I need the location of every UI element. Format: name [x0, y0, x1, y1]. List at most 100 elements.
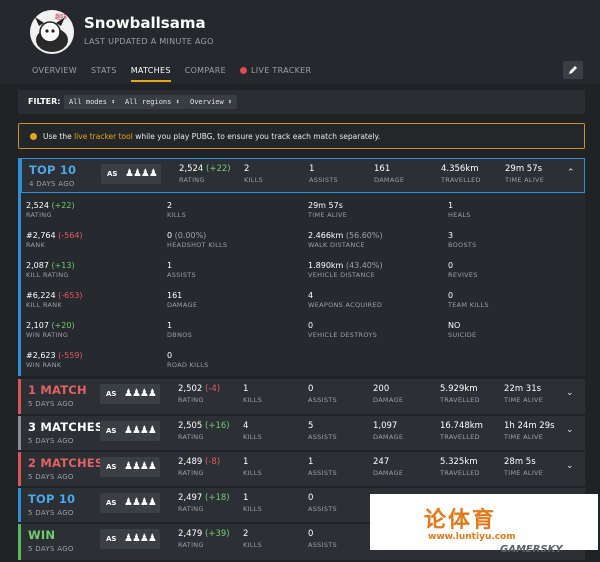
player-name: Snowballsama	[84, 14, 206, 32]
stat-value: 0	[308, 384, 314, 394]
detail-delta: (+22)	[48, 201, 75, 210]
detail-stat: #6,224 (-653) KILL RANK	[26, 291, 83, 309]
watermark-logo: 论体育	[424, 508, 497, 533]
edit-button[interactable]	[563, 61, 583, 79]
match-accent-bar	[19, 159, 22, 192]
stat-time: 29m 57s TIME ALIVE	[505, 164, 544, 184]
view-select[interactable]: Overview ⬍	[185, 95, 238, 109]
match-accent-bar	[18, 488, 21, 522]
stat-value: 1	[309, 164, 315, 174]
stat-label: ASSISTS	[308, 396, 337, 404]
chevron-down-icon[interactable]: ⌄	[566, 425, 574, 435]
detail-label: ASSISTS	[167, 271, 196, 279]
avatar[interactable]	[30, 10, 74, 54]
match-time-ago: 4 DAYS AGO	[29, 180, 75, 188]
stat-travelled: 4.356km TRAVELLED	[441, 164, 481, 184]
detail-stat: #2,623 (-559) WIN RANK	[26, 351, 83, 369]
live-tracker-link[interactable]: live tracker tool	[74, 132, 133, 141]
detail-delta: (-564)	[55, 231, 83, 240]
detail-value: #6,224 (-653)	[26, 291, 83, 300]
detail-stat: 1 DBNOS	[167, 321, 192, 339]
tab-live-tracker[interactable]: LIVE TRACKER	[240, 64, 311, 82]
stat-damage: 1,097 DAMAGE	[373, 421, 403, 441]
match-placement: 2 MATCHES	[28, 456, 104, 470]
filter-label: FILTER:	[28, 97, 61, 106]
stat-label: KILLS	[243, 505, 263, 513]
stat-label: TIME ALIVE	[504, 433, 544, 441]
detail-stat: 161 DAMAGE	[167, 291, 197, 309]
rating-delta: (-8)	[202, 457, 221, 467]
detail-label: ROAD KILLS	[167, 361, 209, 369]
match-row[interactable]: 3 MATCHES 5 DAYS AGO AS ♟♟♟♟ 2,505 (+16) RATI…	[18, 416, 585, 450]
stat-value: 1,097	[373, 421, 398, 431]
detail-label: KILL RATING	[26, 271, 69, 279]
modes-select[interactable]: All modes ⬍	[64, 95, 121, 109]
tab-stats[interactable]: STATS	[91, 64, 117, 82]
stat-assists: 0 ASSISTS	[308, 493, 337, 513]
stat-rating: 2,502 (-4) RATING	[178, 384, 220, 404]
watermark-corner: GAMERSKY	[500, 544, 563, 555]
detail-label: REVIVES	[448, 271, 478, 279]
stat-label: RATING	[178, 505, 204, 513]
chevron-up-icon[interactable]: ⌃	[567, 168, 575, 178]
filter-bar: FILTER: All modes ⬍ All regions ⬍ Overvi…	[18, 90, 585, 114]
detail-stat: 2,107 (+20) WIN RATING	[26, 321, 75, 339]
detail-stat: 2,087 (+13) KILL RATING	[26, 261, 75, 279]
stat-value: 2,489 (-8)	[178, 457, 221, 467]
detail-value: #2,764 (-564)	[26, 231, 83, 240]
detail-label: WIN RATING	[26, 331, 69, 339]
squad-icon: ♟♟♟♟	[125, 168, 158, 179]
stat-time: 28m 5s TIME ALIVE	[504, 457, 543, 477]
detail-label: KILL RANK	[26, 301, 63, 309]
regions-select[interactable]: All regions ⬍	[120, 95, 185, 109]
match-row[interactable]: 1 MATCH 5 DAYS AGO AS ♟♟♟♟ 2,502 (-4) RATING 1…	[18, 379, 585, 414]
stat-value: 247	[373, 457, 390, 467]
stat-rating: 2,497 (+18) RATING	[178, 493, 230, 513]
tab-overview[interactable]: OVERVIEW	[32, 64, 77, 82]
region-label: AS	[106, 463, 117, 471]
tab-compare[interactable]: COMPARE	[185, 64, 226, 82]
detail-percent: (43.40%)	[343, 261, 383, 270]
squad-icon: ♟♟♟♟	[124, 425, 157, 436]
details-accent-bar	[18, 193, 21, 376]
stat-value: 2,497 (+18)	[178, 493, 230, 503]
stat-damage: 200 DAMAGE	[373, 384, 403, 404]
avatar-badge: 趣味	[55, 14, 68, 21]
stat-time: 1h 24m 29s TIME ALIVE	[504, 421, 555, 441]
stat-kills: 2 KILLS	[244, 164, 263, 184]
squad-icon: ♟♟♟♟	[124, 497, 157, 508]
detail-value: 29m 57s	[308, 201, 343, 210]
rating-delta: (+39)	[202, 529, 230, 539]
match-placement: TOP 10	[29, 163, 77, 177]
chevron-down-icon[interactable]: ⌄	[566, 388, 574, 398]
detail-stat: #2,764 (-564) RANK	[26, 231, 83, 249]
stat-value: 0	[308, 529, 314, 539]
region-label: AS	[106, 427, 117, 435]
detail-stat: NO SUICIDE	[448, 321, 476, 339]
stat-kills: 1 KILLS	[243, 384, 262, 404]
detail-value: 1	[167, 321, 173, 330]
mode-badge: AS ♟♟♟♟	[100, 493, 160, 513]
match-accent-bar	[18, 524, 21, 560]
stat-value: 2	[244, 164, 250, 174]
stat-travelled: 5.325km TRAVELLED	[440, 457, 480, 477]
notice-dot-icon	[30, 133, 37, 140]
stat-label: ASSISTS	[308, 469, 337, 477]
detail-label: TEAM KILLS	[448, 301, 489, 309]
stat-label: TIME ALIVE	[504, 396, 544, 404]
stat-value: 2,524 (+22)	[179, 164, 231, 174]
stat-rating: 2,505 (+16) RATING	[178, 421, 230, 441]
rating-delta: (-4)	[202, 384, 221, 394]
detail-label: DBNOS	[167, 331, 193, 339]
detail-stat: 2.466km (56.60%) WALK DISTANCE	[308, 231, 383, 249]
detail-value: 0	[308, 321, 314, 330]
match-row[interactable]: TOP 10 4 DAYS AGO AS ♟♟♟♟ 2,524 (+22) RATING 2…	[18, 158, 585, 193]
match-row[interactable]: 2 MATCHES 5 DAYS AGO AS ♟♟♟♟ 2,489 (-8) RATIN…	[18, 452, 585, 486]
stat-value: 1	[243, 457, 249, 467]
tab-matches[interactable]: MATCHES	[130, 64, 171, 82]
pencil-icon	[569, 66, 577, 74]
chevron-down-icon[interactable]: ⌄	[566, 461, 574, 471]
match-time-ago: 5 DAYS AGO	[28, 400, 74, 408]
detail-value: NO	[448, 321, 461, 330]
detail-label: HEADSHOT KILLS	[167, 241, 228, 249]
